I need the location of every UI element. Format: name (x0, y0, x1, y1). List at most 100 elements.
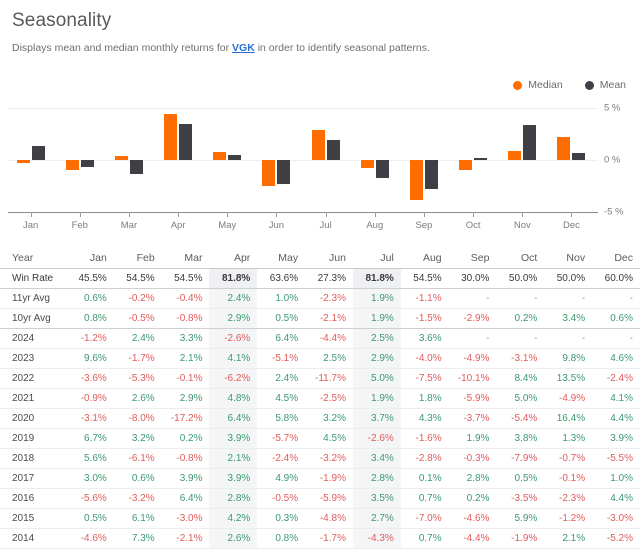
ticker-link[interactable]: VGK (232, 42, 255, 54)
cell-2017-dec: 1.0% (610, 473, 633, 484)
legend-item-median[interactable]: Median (513, 79, 563, 91)
x-tick-apr (178, 212, 180, 217)
bar-aug-mean[interactable] (375, 160, 389, 178)
col-header-sep[interactable]: Sep (448, 248, 497, 269)
bar-mar-median[interactable] (114, 156, 128, 160)
bar-feb-median[interactable] (65, 160, 79, 171)
zero-gridline (8, 160, 598, 161)
cell-10yr-avg-aug: -1.5% (415, 313, 442, 324)
bar-jan-mean[interactable] (31, 146, 45, 160)
cell-2016-feb: -3.2% (128, 493, 155, 504)
cell-win-rate-aug: 54.5% (413, 273, 442, 284)
cell-10yr-avg-feb: -0.5% (128, 313, 155, 324)
cell-11yr-avg-aug: -1.1% (415, 293, 442, 304)
col-header-jun[interactable]: Jun (305, 248, 353, 269)
cell-10yr-avg-jun: -2.1% (319, 313, 346, 324)
table-row[interactable]: 2018 5.6% -6.1% -0.8% 2.1% -2.4% -3.2% 3.4% -2.8… (0, 448, 640, 469)
col-header-dec[interactable]: Dec (592, 248, 640, 269)
cell-2021-aug: 1.8% (418, 393, 442, 404)
cell-2021-oct: 5.0% (514, 393, 538, 404)
table-row[interactable]: Win Rate 45.5% 54.5% 54.5% 81.8% 63.6% 27.3% 81… (0, 268, 640, 289)
subtitle-text-after: in order to identify seasonal patterns. (254, 42, 430, 54)
table-row[interactable]: 2019 6.7% 3.2% 0.2% 3.9% -5.7% 4.5% -2.6% -1.6% 1… (0, 428, 640, 449)
bar-nov-mean[interactable] (523, 124, 537, 160)
legend-label: Median (528, 79, 563, 91)
legend-label: Mean (599, 79, 626, 91)
y-tick-label-1: 0 % (604, 154, 621, 166)
col-header-may[interactable]: May (257, 248, 306, 269)
cell-2019-nov: 1.3% (562, 433, 586, 444)
bar-mar-mean[interactable] (129, 160, 143, 174)
col-header-feb[interactable]: Feb (113, 248, 162, 269)
bar-jul-mean[interactable] (326, 140, 340, 160)
cell-11yr-avg-feb: -0.2% (128, 293, 155, 304)
cell-2019-mar: 0.2% (179, 433, 203, 444)
col-header-jul[interactable]: Jul (352, 248, 401, 269)
cell-win-rate-oct: 50.0% (508, 273, 538, 284)
chart-legend: Median Mean (513, 79, 626, 91)
legend-dot-median (513, 80, 523, 90)
cell-2023-may: -5.1% (272, 353, 299, 364)
table-row[interactable]: 2023 9.6% -1.7% 2.1% 4.1% -5.1% 2.5% 2.9% -4.0% -… (0, 348, 640, 369)
table-row[interactable]: 2017 3.0% 0.6% 3.9% 3.9% 4.9% -1.9% 2.8% 0.1% 2.8… (0, 468, 640, 489)
col-header-year[interactable]: Year (0, 248, 66, 269)
row-label: 10yr Avg (12, 313, 51, 324)
cell-10yr-avg-dec: 0.6% (610, 313, 633, 324)
table-row[interactable]: 2020 -3.1% -8.0% -17.2% 6.4% 5.8% 3.2% 3.7% 4.3%… (0, 408, 640, 429)
bar-apr-median[interactable] (164, 114, 178, 160)
cell-2023-nov: 9.8% (562, 353, 586, 364)
bar-feb-mean[interactable] (80, 160, 94, 168)
cell-2021-dec: 4.1% (610, 393, 633, 404)
col-header-mar[interactable]: Mar (161, 248, 210, 269)
bar-aug-median[interactable] (360, 160, 374, 169)
row-label: 2021 (12, 393, 35, 404)
bar-oct-mean[interactable] (474, 158, 488, 160)
col-header-apr[interactable]: Apr (209, 248, 258, 269)
cell-2014-feb: 7.3% (131, 533, 155, 544)
cell-2023-jul: 2.9% (352, 348, 401, 369)
x-label-feb: Feb (71, 220, 88, 231)
bar-jul-median[interactable] (311, 129, 325, 160)
table-row[interactable]: 2021 -0.9% 2.6% 2.9% 4.8% 4.5% -2.5% 1.9% 1.8% -5… (0, 388, 640, 409)
bar-oct-median[interactable] (459, 160, 473, 171)
bar-jan-median[interactable] (16, 160, 30, 164)
cell-2018-apr: 2.1% (209, 448, 258, 469)
table-row[interactable]: 2016 -5.6% -3.2% 6.4% 2.8% -0.5% -5.9% 3.5% 0.7%… (0, 488, 640, 509)
bar-dec-median[interactable] (557, 137, 571, 160)
table-row[interactable]: 2015 0.5% 6.1% -3.0% 4.2% 0.3% -4.8% 2.7% -7.0% -… (0, 508, 640, 529)
table-body: Win Rate 45.5% 54.5% 54.5% 81.8% 63.6% 27.3% 81… (0, 268, 640, 549)
table-row[interactable]: 10yr Avg 0.8% -0.5% -0.8% 2.9% 0.5% -2.1% 1.9% -… (0, 308, 640, 329)
col-header-aug[interactable]: Aug (400, 248, 449, 269)
cell-2024-oct: - (533, 333, 538, 344)
col-header-nov[interactable]: Nov (544, 248, 593, 269)
bar-jun-mean[interactable] (277, 160, 291, 184)
bar-nov-median[interactable] (508, 150, 522, 160)
cell-2019-jan: 6.7% (84, 433, 107, 444)
bar-may-median[interactable] (213, 151, 227, 160)
cell-2018-dec: -5.5% (606, 453, 633, 464)
cell-2020-feb: -8.0% (128, 413, 155, 424)
bar-may-mean[interactable] (228, 154, 242, 160)
bar-dec-mean[interactable] (572, 152, 586, 160)
table-row[interactable]: 2022 -3.6% -5.3% -0.1% -6.2% 2.4% -11.7% 5.0% -7… (0, 368, 640, 389)
table-row[interactable]: 2014 -4.6% 7.3% -2.1% 2.6% 0.8% -1.7% -4.3% 0.7%… (0, 528, 640, 549)
bar-apr-mean[interactable] (179, 123, 193, 160)
cell-2015-jan: 0.5% (84, 513, 107, 524)
bar-sep-mean[interactable] (424, 160, 438, 190)
legend-item-mean[interactable]: Mean (584, 79, 626, 91)
cell-2018-mar: -0.8% (176, 453, 203, 464)
cell-2020-jul: 3.7% (352, 408, 401, 429)
x-label-oct: Oct (465, 220, 481, 231)
cell-2018-may: -2.4% (272, 453, 299, 464)
cell-2015-oct: 5.9% (514, 513, 538, 524)
cell-2019-oct: 3.8% (514, 433, 538, 444)
col-header-oct[interactable]: Oct (496, 248, 545, 269)
bar-sep-median[interactable] (409, 160, 423, 200)
cell-2018-aug: -2.8% (415, 453, 442, 464)
row-label: 2019 (12, 433, 35, 444)
table-row[interactable]: 11yr Avg 0.6% -0.2% -0.4% 2.4% 1.0% -2.3% 1.9% -… (0, 288, 640, 309)
cell-2023-oct: -3.1% (511, 353, 538, 364)
bar-jun-median[interactable] (262, 160, 276, 186)
table-row[interactable]: 2024 -1.2% 2.4% 3.3% -2.6% 6.4% -4.4% 2.5% 3.6% -… (0, 328, 640, 349)
col-header-jan[interactable]: Jan (66, 248, 114, 269)
